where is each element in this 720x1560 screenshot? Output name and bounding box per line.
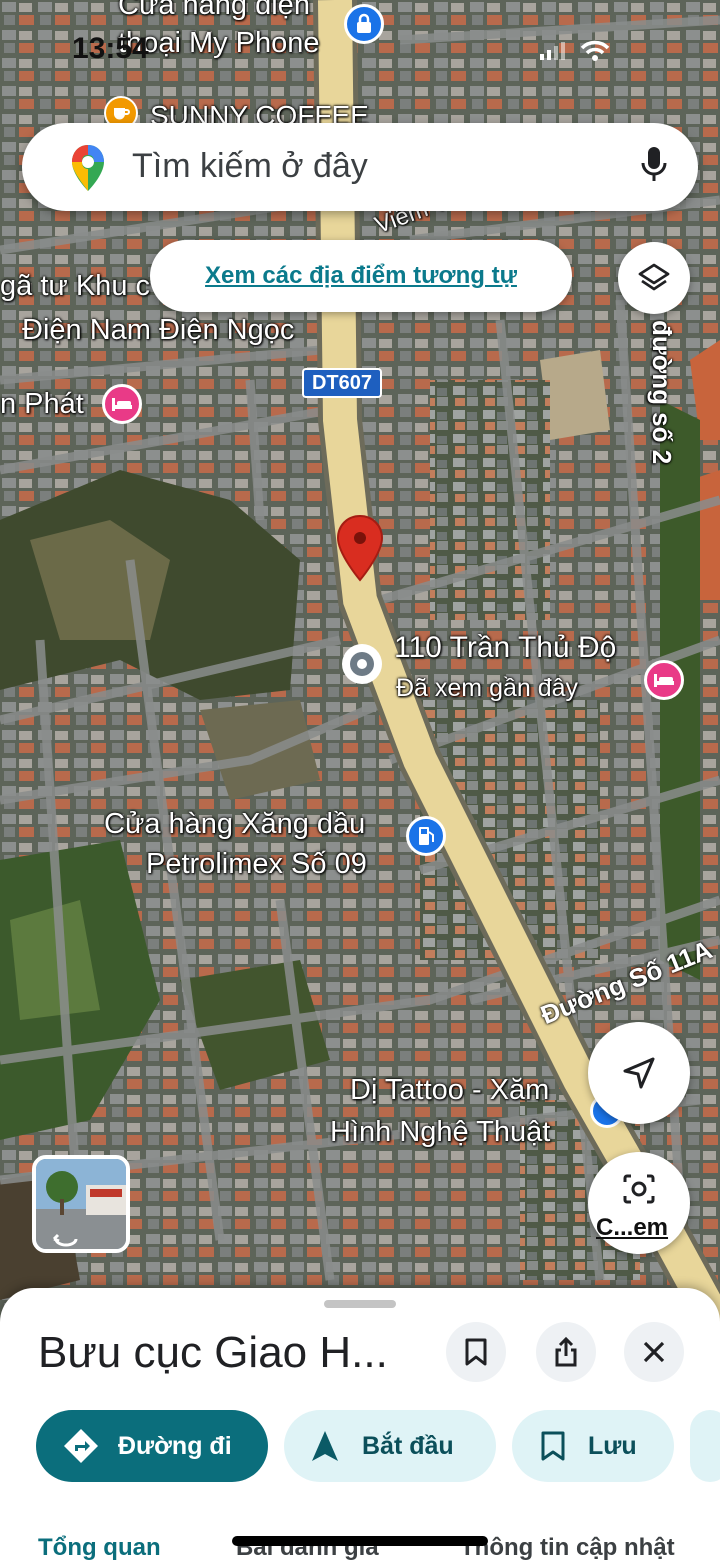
search-input[interactable]: Tìm kiếm ở đây (132, 147, 368, 186)
hotel-pin-right-icon[interactable] (644, 660, 684, 700)
label-duong-so-2: đường số 2 (647, 320, 677, 465)
label-gas-station-line2[interactable]: Petrolimex Số 09 (146, 846, 367, 882)
selected-location-pin-icon[interactable] (336, 514, 384, 582)
status-bar: 13:54 (0, 28, 720, 78)
status-time: 13:54 (72, 32, 149, 65)
share-icon (555, 1336, 577, 1367)
label-recently-viewed: Đã xem gần đây (396, 674, 579, 702)
lens-label[interactable]: C...em (596, 1214, 668, 1242)
status-icons (540, 40, 610, 62)
directions-button[interactable]: Đường đi (36, 1410, 268, 1482)
close-button[interactable] (624, 1322, 684, 1382)
my-location-button[interactable] (588, 1022, 690, 1124)
label-dien-nam[interactable]: Điện Nam Điện Ngọc (22, 312, 294, 348)
place-bottom-sheet[interactable]: Bưu cục Giao H... Đường đi Bắt đầu Lưu T… (0, 1288, 720, 1560)
home-indicator[interactable] (232, 1536, 488, 1546)
directions-icon (64, 1429, 98, 1463)
label-tattoo-line2[interactable]: Hình Nghệ Thuật (330, 1114, 550, 1150)
gas-pump-pin-icon[interactable] (406, 816, 446, 856)
save-button[interactable]: Lưu (512, 1410, 674, 1482)
place-title: Bưu cục Giao H... (38, 1328, 388, 1377)
similar-places-chip[interactable]: Xem các địa điểm tương tự (150, 240, 572, 312)
share-button[interactable] (536, 1322, 596, 1382)
save-label: Lưu (588, 1431, 637, 1460)
google-maps-logo-icon (72, 145, 104, 191)
bookmark-icon (465, 1338, 487, 1366)
start-button[interactable]: Bắt đầu (284, 1410, 496, 1482)
navigation-start-icon (312, 1431, 338, 1461)
layers-button[interactable] (618, 242, 690, 314)
microphone-icon[interactable] (640, 145, 668, 185)
tab-updates[interactable]: Thông tin cập nhật (460, 1534, 675, 1560)
hotel-pin-icon[interactable] (102, 384, 142, 424)
label-address[interactable]: 110 Trần Thủ Độ (394, 630, 616, 666)
wifi-icon (580, 40, 610, 61)
road-badge-dt607: DT607 (302, 368, 382, 398)
label-gas-station-line1[interactable]: Cửa hàng Xăng dầu (104, 806, 365, 842)
signal-icon (540, 42, 565, 60)
close-icon (643, 1341, 665, 1363)
start-label: Bắt đầu (362, 1431, 454, 1460)
save-bookmark-icon (541, 1431, 565, 1461)
recent-marker-icon[interactable] (342, 644, 382, 684)
label-phat[interactable]: n Phát (0, 386, 84, 422)
label-nga-tu[interactable]: gã tư Khu c (0, 268, 150, 304)
layers-icon (638, 263, 670, 291)
label-tattoo-line1[interactable]: Dị Tattoo - Xăm (350, 1072, 549, 1108)
navigation-arrow-icon (623, 1057, 655, 1089)
search-bar[interactable]: Tìm kiếm ở đây (22, 123, 698, 211)
road-badge-text: DT607 (311, 371, 373, 394)
tab-overview[interactable]: Tổng quan (38, 1534, 161, 1560)
bookmark-button[interactable] (446, 1322, 506, 1382)
directions-label: Đường đi (118, 1431, 232, 1460)
street-view-thumbnail[interactable] (32, 1155, 130, 1253)
more-actions-button[interactable] (690, 1410, 720, 1482)
camera-lens-icon (623, 1174, 655, 1204)
street-view-image (36, 1159, 126, 1249)
similar-places-label: Xem các địa điểm tương tự (205, 262, 517, 289)
sheet-drag-handle[interactable] (324, 1300, 396, 1308)
